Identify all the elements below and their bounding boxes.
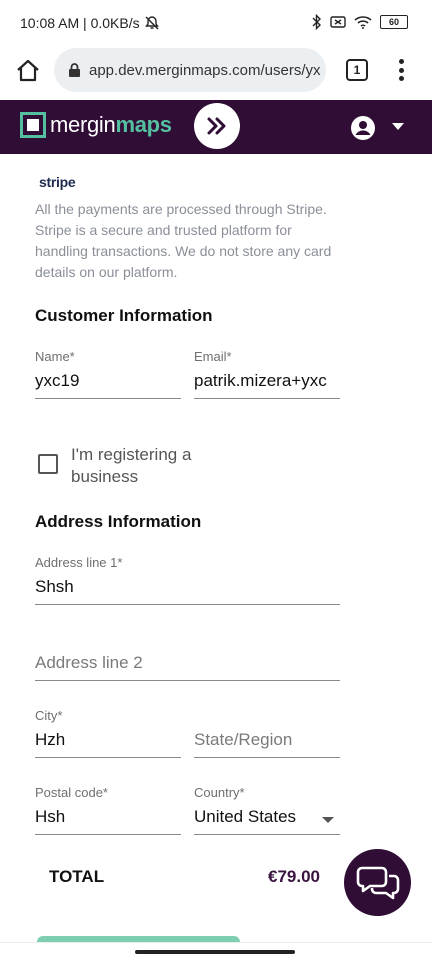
status-time: 10:08 AM | 0.0KB/s bbox=[20, 15, 140, 31]
email-value: patrik.mizera+yxc bbox=[194, 371, 327, 390]
name-value: yxc19 bbox=[35, 371, 80, 390]
sim-icon bbox=[330, 16, 346, 28]
mute-bell-icon bbox=[144, 16, 159, 30]
name-field[interactable]: Name* yxc19 bbox=[35, 349, 181, 399]
address-line1-value: Shsh bbox=[35, 577, 74, 596]
state-placeholder: State/Region bbox=[194, 730, 293, 749]
country-value: United States bbox=[194, 807, 297, 826]
url-text: app.dev.merginmaps.com/users/yx bbox=[89, 61, 321, 79]
status-bar: 10:08 AM | 0.0KB/s 60 bbox=[0, 0, 432, 46]
dropdown-arrow-icon bbox=[322, 817, 334, 823]
email-label: Email* bbox=[194, 349, 232, 364]
state-field[interactable]: State/Region bbox=[194, 708, 340, 758]
address-line1-label: Address line 1* bbox=[35, 555, 123, 570]
logo-text: merginmaps bbox=[50, 112, 172, 137]
total-label: TOTAL bbox=[49, 867, 105, 886]
address-bar[interactable]: app.dev.merginmaps.com/users/yx bbox=[54, 48, 326, 92]
country-label: Country* bbox=[194, 785, 245, 800]
address-line1-field[interactable]: Address line 1* Shsh bbox=[35, 555, 340, 605]
tab-switcher-button[interactable]: 1 bbox=[346, 59, 368, 81]
business-checkbox[interactable] bbox=[38, 454, 58, 474]
address-info-title: Address Information bbox=[35, 512, 202, 531]
name-label: Name* bbox=[35, 349, 75, 364]
total-value: €79.00 bbox=[268, 867, 320, 886]
payment-info-text: All the payments are processed through S… bbox=[35, 201, 332, 280]
customer-info-title: Customer Information bbox=[35, 306, 213, 325]
battery-level: 60 bbox=[388, 17, 399, 27]
wifi-icon bbox=[354, 16, 372, 29]
merginmaps-logo[interactable]: merginmaps bbox=[20, 112, 172, 138]
logo-mark-icon bbox=[20, 112, 46, 138]
stripe-logo: stripe bbox=[39, 174, 76, 190]
tab-count: 1 bbox=[353, 63, 361, 77]
gesture-handle[interactable] bbox=[135, 950, 295, 954]
postal-code-field[interactable]: Postal code* Hsh bbox=[35, 785, 181, 835]
home-icon[interactable] bbox=[14, 57, 42, 85]
email-field[interactable]: Email* patrik.mizera+yxc bbox=[194, 349, 340, 399]
postal-code-value: Hsh bbox=[35, 807, 66, 826]
account-icon[interactable] bbox=[350, 115, 376, 141]
bluetooth-icon bbox=[312, 14, 321, 30]
app-header: merginmaps bbox=[0, 100, 432, 154]
city-field[interactable]: City* Hzh bbox=[35, 708, 181, 758]
business-checkbox-label[interactable]: I'm registering a business bbox=[71, 444, 211, 488]
expand-menu-button[interactable] bbox=[194, 103, 240, 149]
postal-code-label: Postal code* bbox=[35, 785, 108, 800]
double-chevron-right-icon bbox=[207, 117, 226, 135]
chat-bubbles-icon bbox=[356, 866, 399, 899]
city-value: Hzh bbox=[35, 730, 66, 749]
system-nav-bar bbox=[0, 942, 432, 960]
lock-icon bbox=[69, 63, 80, 77]
city-label: City* bbox=[35, 708, 63, 723]
battery-icon: 60 bbox=[380, 15, 408, 29]
address-line2-placeholder: Address line 2 bbox=[35, 653, 143, 672]
browser-toolbar: app.dev.merginmaps.com/users/yx 1 bbox=[0, 46, 432, 100]
more-options-icon[interactable] bbox=[392, 56, 410, 84]
country-select[interactable]: Country* United States bbox=[194, 785, 340, 835]
chevron-down-icon[interactable] bbox=[392, 123, 404, 131]
address-line2-field[interactable]: Address line 2 bbox=[35, 631, 340, 681]
chat-support-button[interactable] bbox=[344, 849, 411, 916]
